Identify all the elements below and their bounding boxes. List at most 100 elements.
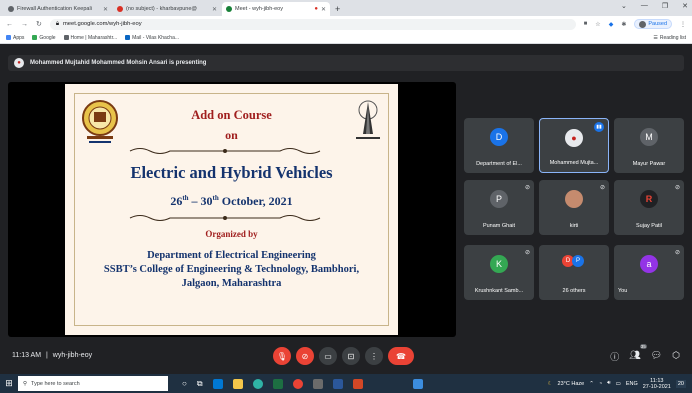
camera-toggle-button[interactable]: ⊘ bbox=[296, 347, 314, 365]
participant-avatar: ● bbox=[565, 129, 583, 147]
meet-control-bar: 11:13 AM | wyh-jibh-eoy 🎙︎ ⊘ ▭ ⊡ ⋮ ☎ ⓘ 👥… bbox=[0, 340, 692, 372]
tab-firewall[interactable]: Firewall Authentication Keepali ✕ bbox=[4, 2, 112, 16]
taskbar-apps: ○ ⧉ bbox=[182, 378, 423, 389]
chat-icon[interactable]: 💬︎ bbox=[651, 350, 662, 363]
presenting-banner: ● Mohammed Mujtahid Mohammed Mohsin Ansa… bbox=[8, 55, 684, 71]
participant-tile[interactable]: D Department of El... bbox=[464, 118, 534, 173]
leave-call-button[interactable]: ☎ bbox=[388, 347, 414, 365]
people-button[interactable]: 👥︎ 35 bbox=[629, 344, 647, 363]
reload-icon[interactable]: ↻ bbox=[36, 20, 42, 28]
others-avatars: D P bbox=[562, 255, 584, 267]
present-button[interactable]: ⊡ bbox=[342, 347, 360, 365]
chrome-icon[interactable] bbox=[292, 378, 303, 389]
back-icon[interactable]: ← bbox=[6, 21, 13, 28]
network-icon[interactable]: ◔ bbox=[599, 381, 602, 387]
taskbar-search[interactable]: ⚲ Type here to search bbox=[18, 376, 168, 391]
others-avatar: P bbox=[572, 255, 584, 267]
language-indicator[interactable]: ENG bbox=[626, 381, 638, 387]
menu-icon[interactable]: ⋮ bbox=[680, 21, 686, 28]
bookmark-label: Google bbox=[39, 34, 56, 41]
tab-label: Meet - wyh-jibh-eoy bbox=[235, 6, 283, 12]
mic-toggle-button[interactable]: 🎙︎ bbox=[273, 347, 291, 365]
mail-app-icon[interactable] bbox=[212, 378, 223, 389]
profile-avatar bbox=[639, 20, 647, 28]
more-options-button[interactable]: ⋮ bbox=[365, 347, 383, 365]
people-count: 35 bbox=[639, 344, 647, 349]
forward-icon[interactable]: → bbox=[21, 21, 28, 28]
notification-count: 20 bbox=[677, 380, 684, 387]
puzzle-icon[interactable]: ✱ bbox=[621, 21, 626, 28]
bookmark-label: Apps bbox=[13, 34, 25, 41]
tab-search-icon[interactable]: ⌄ bbox=[621, 2, 627, 10]
windows-start-icon[interactable]: ⊞ bbox=[0, 378, 18, 389]
bookmarks-bar: Apps Google Home | Maharashtr... Mail - … bbox=[0, 32, 692, 44]
reading-list-button[interactable]: ☰ Reading list bbox=[653, 35, 686, 41]
cortana-icon[interactable]: ○ bbox=[182, 379, 187, 388]
participant-tile[interactable]: ⊘ kirti bbox=[539, 180, 609, 235]
flourish-divider-icon bbox=[129, 215, 321, 221]
weather-icon: ☾ bbox=[547, 380, 553, 387]
minimize-icon[interactable]: — bbox=[641, 2, 648, 10]
excel-icon[interactable] bbox=[272, 378, 283, 389]
url-input[interactable]: 🔒︎ meet.google.com/wyh-jibh-eoy bbox=[49, 18, 576, 30]
meeting-time: 11:13 AM bbox=[12, 352, 42, 359]
maximize-icon[interactable]: ❐ bbox=[662, 2, 668, 10]
new-tab-button[interactable]: + bbox=[335, 2, 340, 16]
file-explorer-icon[interactable] bbox=[232, 378, 243, 389]
participant-avatar: D bbox=[490, 128, 508, 146]
self-tile[interactable]: ⊘ a You bbox=[614, 245, 684, 300]
close-icon[interactable]: ✕ bbox=[212, 6, 217, 13]
volume-icon[interactable]: 🔊︎ bbox=[607, 380, 610, 387]
info-icon[interactable]: ⓘ bbox=[610, 350, 619, 363]
extension-icon[interactable]: ◆ bbox=[609, 21, 614, 28]
people-icon: 👥︎ bbox=[629, 350, 641, 360]
powerpoint-icon[interactable] bbox=[352, 378, 363, 389]
more-vert-icon: ⋮ bbox=[370, 351, 378, 361]
notification-icon[interactable]: 20 bbox=[675, 379, 686, 388]
camera-icon[interactable]: ■ bbox=[584, 21, 588, 27]
bookmark-home[interactable]: Home | Maharashtr... bbox=[63, 35, 117, 41]
tab-gmail[interactable]: (no subject) - kharbavpune@ ✕ bbox=[113, 2, 221, 16]
slide-on: on bbox=[225, 128, 238, 142]
participant-name: kirti bbox=[569, 223, 579, 229]
google-icon bbox=[32, 35, 38, 40]
participant-tile[interactable]: ⊘ K Krushnkant Samb... bbox=[464, 245, 534, 300]
apps-grid-icon bbox=[6, 35, 11, 40]
app-icon[interactable] bbox=[312, 378, 323, 389]
participant-tile[interactable]: ⊘ R Sujay Patil bbox=[614, 180, 684, 235]
star-icon[interactable]: ☆ bbox=[595, 21, 600, 28]
close-icon[interactable]: ✕ bbox=[321, 6, 326, 13]
activities-icon[interactable]: ⬡ bbox=[672, 350, 680, 363]
toolbar-icons: ■ ☆ ◆ ✱ Paused ⋮ bbox=[584, 19, 686, 29]
slide-title: Electric and Hybrid Vehicles bbox=[130, 163, 333, 182]
participant-tile-speaking[interactable]: ▮▮ ● Mohammed Mujta... bbox=[539, 118, 609, 173]
others-tile[interactable]: D P 26 others bbox=[539, 245, 609, 300]
windows-taskbar: ⊞ ⚲ Type here to search ○ ⧉ ☾ 23°C Haze … bbox=[0, 374, 692, 393]
participant-tile[interactable]: ⊘ P Punam Ghait bbox=[464, 180, 534, 235]
tab-meet[interactable]: Meet - wyh-jibh-eoy ● ✕ bbox=[222, 2, 330, 16]
paused-label: Paused bbox=[648, 21, 667, 27]
bookmark-mail[interactable]: Mail - Vilas Khacha... bbox=[125, 35, 179, 41]
participant-tile[interactable]: M Mayur Pawar bbox=[614, 118, 684, 173]
battery-icon[interactable]: ▭ bbox=[616, 381, 621, 387]
call-controls: 🎙︎ ⊘ ▭ ⊡ ⋮ ☎ bbox=[273, 347, 414, 365]
tray-arrow-icon[interactable]: ⌃ bbox=[589, 381, 594, 387]
bookmark-apps[interactable]: Apps bbox=[6, 35, 24, 41]
outlook-icon bbox=[125, 35, 131, 40]
word-icon[interactable] bbox=[332, 378, 343, 389]
search-placeholder: Type here to search bbox=[31, 380, 80, 387]
edge-icon[interactable] bbox=[252, 378, 263, 389]
recording-dot-icon: ● bbox=[314, 6, 318, 12]
captions-icon: ▭ bbox=[324, 351, 332, 361]
bookmark-google[interactable]: Google bbox=[32, 34, 56, 41]
close-icon[interactable]: ✕ bbox=[103, 6, 108, 13]
store-icon[interactable] bbox=[412, 378, 423, 389]
reading-list-icon: ☰ bbox=[653, 34, 658, 41]
window-close-icon[interactable]: ✕ bbox=[682, 2, 688, 10]
reading-list-label: Reading list bbox=[659, 34, 686, 41]
task-view-icon[interactable]: ⧉ bbox=[197, 379, 203, 389]
clock[interactable]: 11:13 27-10-2021 bbox=[643, 378, 671, 390]
address-bar: ← → ↻ 🔒︎ meet.google.com/wyh-jibh-eoy ■ … bbox=[0, 16, 692, 32]
profile-paused-button[interactable]: Paused bbox=[634, 19, 672, 29]
captions-button[interactable]: ▭ bbox=[319, 347, 337, 365]
